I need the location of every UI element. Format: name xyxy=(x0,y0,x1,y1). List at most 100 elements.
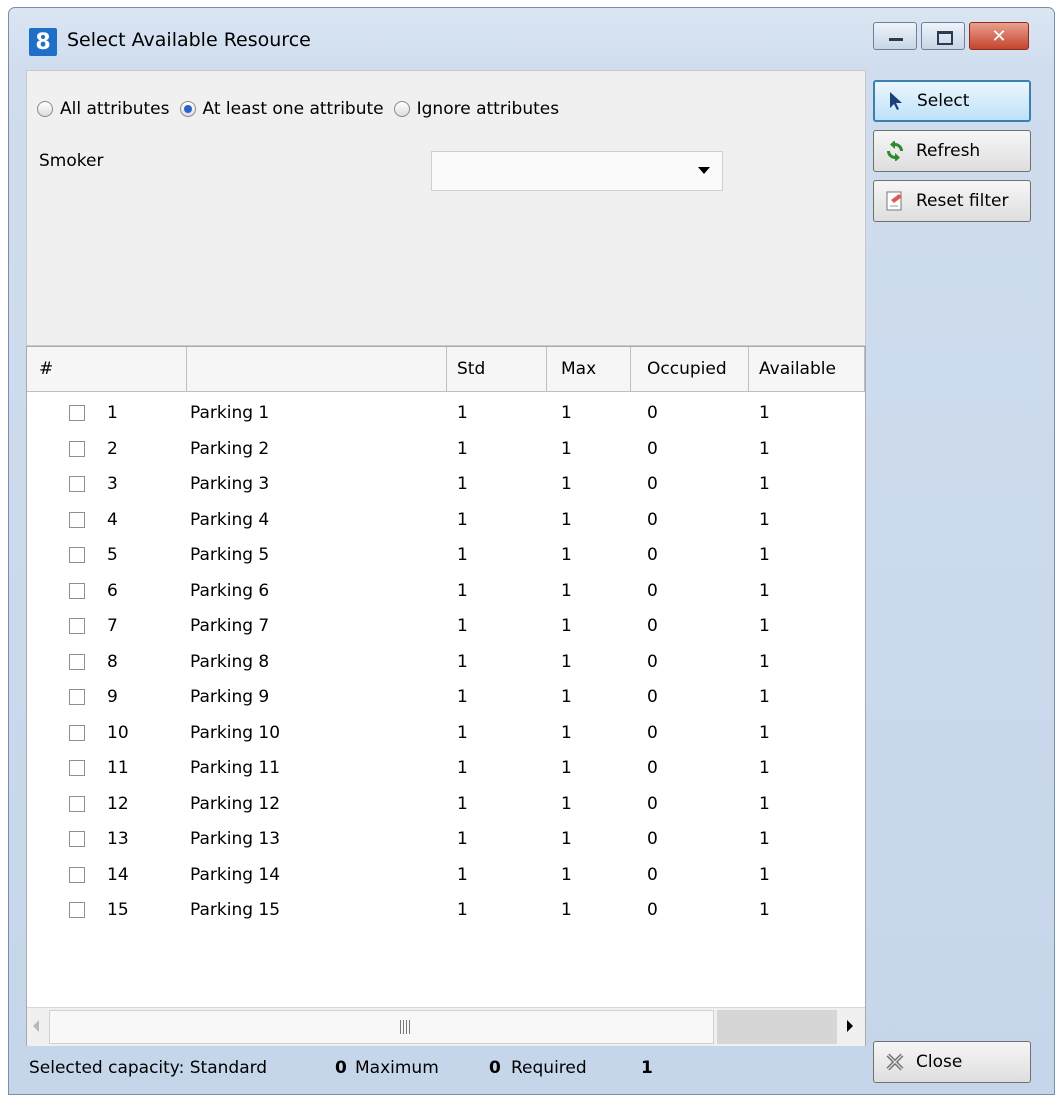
row-number: 7 xyxy=(107,616,118,636)
column-header-max[interactable]: Max xyxy=(547,347,631,391)
row-std: 1 xyxy=(457,616,468,636)
column-header-number[interactable]: # xyxy=(27,347,187,391)
scroll-right-icon[interactable] xyxy=(847,1020,853,1032)
row-occupied: 0 xyxy=(647,758,658,778)
row-checkbox[interactable] xyxy=(69,653,85,670)
radio-ignore-attributes[interactable] xyxy=(393,101,410,117)
row-available: 1 xyxy=(759,580,770,601)
row-number: 6 xyxy=(107,580,118,601)
row-available: 1 xyxy=(759,403,770,423)
row-std: 1 xyxy=(457,438,468,459)
row-available: 1 xyxy=(759,474,770,494)
row-name: Parking 5 xyxy=(190,545,270,565)
row-checkbox[interactable] xyxy=(69,476,85,492)
smoker-dropdown[interactable] xyxy=(431,151,723,191)
minimize-button[interactable] xyxy=(873,22,917,50)
table-row[interactable]: 9 Parking 9 1 1 0 1 xyxy=(27,681,865,716)
scrollbar-track[interactable] xyxy=(717,1010,837,1044)
row-number: 15 xyxy=(107,900,129,920)
table-row[interactable]: 10 Parking 10 1 1 0 1 xyxy=(27,717,865,752)
table-row[interactable]: 15 Parking 15 1 1 0 1 xyxy=(27,894,865,929)
table-row[interactable]: 6 Parking 6 1 1 0 1 xyxy=(27,575,865,610)
radio-at-least-one-attribute[interactable] xyxy=(179,101,196,117)
reset-filter-button[interactable]: Reset filter xyxy=(873,180,1031,222)
row-name: Parking 2 xyxy=(190,438,270,459)
row-number: 8 xyxy=(107,651,118,672)
table-row[interactable]: 14 Parking 14 1 1 0 1 xyxy=(27,859,865,894)
table-row[interactable]: 2 Parking 2 1 1 0 1 xyxy=(27,433,865,468)
row-number: 12 xyxy=(107,793,129,814)
radio-ignore-attributes-label[interactable]: Ignore attributes xyxy=(417,99,559,119)
row-name: Parking 11 xyxy=(190,758,281,778)
row-name: Parking 8 xyxy=(190,651,270,672)
table-row[interactable]: 11 Parking 11 1 1 0 1 xyxy=(27,752,865,787)
row-occupied: 0 xyxy=(647,900,658,920)
row-checkbox[interactable] xyxy=(69,405,85,421)
row-name: Parking 10 xyxy=(190,722,281,743)
row-checkbox[interactable] xyxy=(69,760,85,776)
row-available: 1 xyxy=(759,687,770,707)
close-icon: ✕ xyxy=(991,25,1007,47)
row-name: Parking 3 xyxy=(190,474,270,494)
row-number: 3 xyxy=(107,474,118,494)
column-header-name[interactable] xyxy=(187,347,447,391)
radio-at-least-one-attribute-label[interactable]: At least one attribute xyxy=(203,99,384,119)
radio-all-attributes[interactable] xyxy=(37,101,53,117)
table-row[interactable]: 8 Parking 8 1 1 0 1 xyxy=(27,646,865,681)
row-checkbox[interactable] xyxy=(69,547,85,563)
row-checkbox[interactable] xyxy=(69,582,85,599)
row-checkbox[interactable] xyxy=(69,511,85,528)
row-name: Parking 1 xyxy=(190,403,270,423)
row-name: Parking 4 xyxy=(190,509,270,530)
row-checkbox[interactable] xyxy=(69,866,85,883)
scroll-left-icon[interactable] xyxy=(33,1020,39,1032)
table-row[interactable]: 3 Parking 3 1 1 0 1 xyxy=(27,468,865,503)
row-max: 1 xyxy=(561,687,572,707)
row-checkbox[interactable] xyxy=(69,902,85,918)
window-title: Select Available Resource xyxy=(67,29,311,51)
row-checkbox[interactable] xyxy=(69,618,85,634)
table-row[interactable]: 4 Parking 4 1 1 0 1 xyxy=(27,504,865,539)
reset-filter-button-label: Reset filter xyxy=(916,191,1009,211)
row-max: 1 xyxy=(561,545,572,565)
horizontal-scrollbar[interactable] xyxy=(27,1007,865,1046)
grid-header: # Std Max Occupied Available xyxy=(27,347,865,392)
scrollbar-thumb[interactable] xyxy=(49,1010,714,1044)
table-row[interactable]: 1 Parking 1 1 1 0 1 xyxy=(27,397,865,432)
row-available: 1 xyxy=(759,758,770,778)
column-header-std[interactable]: Std xyxy=(447,347,547,391)
row-checkbox[interactable] xyxy=(69,440,85,457)
row-name: Parking 13 xyxy=(190,829,281,849)
table-row[interactable]: 13 Parking 13 1 1 0 1 xyxy=(27,823,865,858)
row-max: 1 xyxy=(561,580,572,601)
row-max: 1 xyxy=(561,651,572,672)
table-row[interactable]: 12 Parking 12 1 1 0 1 xyxy=(27,788,865,823)
row-checkbox[interactable] xyxy=(69,831,85,847)
table-row[interactable]: 5 Parking 5 1 1 0 1 xyxy=(27,539,865,574)
table-row[interactable]: 7 Parking 7 1 1 0 1 xyxy=(27,610,865,645)
maximize-button[interactable] xyxy=(921,22,965,50)
row-checkbox[interactable] xyxy=(69,689,85,705)
row-available: 1 xyxy=(759,616,770,636)
row-name: Parking 7 xyxy=(190,616,270,636)
close-button[interactable]: Close xyxy=(873,1041,1031,1083)
column-header-available[interactable]: Available xyxy=(749,347,865,391)
row-checkbox[interactable] xyxy=(69,724,85,741)
refresh-button[interactable]: Refresh xyxy=(873,130,1031,172)
title-bar[interactable]: 8 Select Available Resource ✕ xyxy=(9,8,1054,70)
row-occupied: 0 xyxy=(647,545,658,565)
row-occupied: 0 xyxy=(647,793,658,814)
row-available: 1 xyxy=(759,864,770,885)
row-available: 1 xyxy=(759,509,770,530)
select-button[interactable]: Select xyxy=(873,80,1031,122)
chevron-down-icon[interactable] xyxy=(698,167,710,174)
row-max: 1 xyxy=(561,793,572,814)
column-header-occupied[interactable]: Occupied xyxy=(631,347,749,391)
row-number: 13 xyxy=(107,829,129,849)
close-window-button[interactable]: ✕ xyxy=(969,22,1029,50)
row-checkbox[interactable] xyxy=(69,795,85,812)
row-occupied: 0 xyxy=(647,438,658,459)
radio-all-attributes-label[interactable]: All attributes xyxy=(60,99,170,119)
close-x-icon xyxy=(884,1051,906,1073)
row-available: 1 xyxy=(759,545,770,565)
